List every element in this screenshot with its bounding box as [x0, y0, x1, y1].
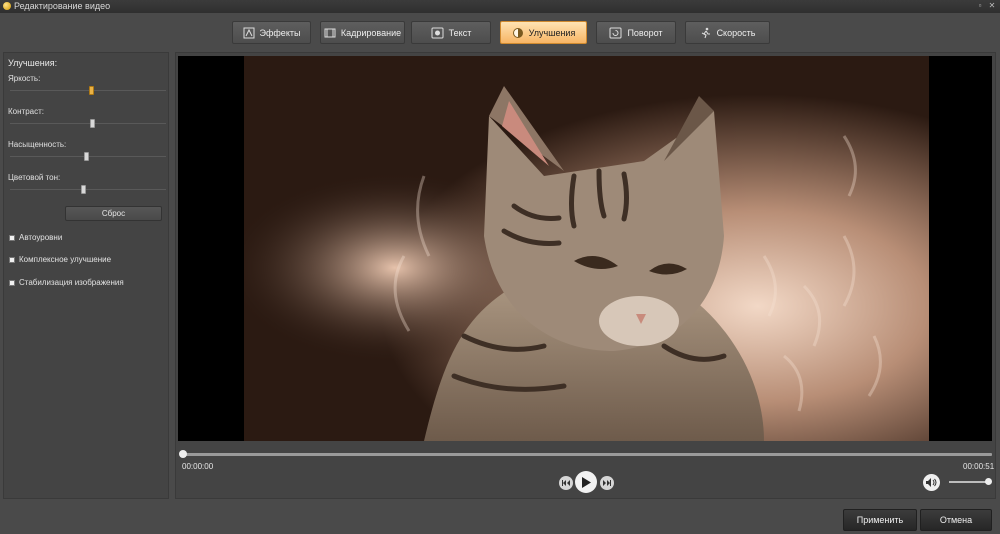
brightness-label: Яркость: [8, 74, 41, 83]
app-icon [3, 2, 11, 10]
current-time: 00:00:00 [182, 462, 214, 471]
saturation-label: Насыщенность: [8, 140, 67, 149]
tab-speed[interactable]: Скорость [685, 21, 770, 44]
play-icon [582, 476, 591, 488]
enhance-icon [512, 27, 524, 39]
tab-crop[interactable]: Кадрирование [320, 21, 405, 44]
tab-speed-label: Скорость [716, 27, 756, 38]
complex-enhance-label: Комплексное улучшение [19, 255, 112, 264]
speaker-icon [926, 478, 937, 487]
contrast-slider-thumb[interactable] [90, 119, 95, 128]
tab-enhance[interactable]: Улучшения [500, 21, 587, 44]
video-preview[interactable] [178, 56, 992, 441]
previous-button[interactable] [559, 476, 573, 490]
tab-effects[interactable]: Эффекты [232, 21, 311, 44]
volume-button[interactable] [923, 474, 940, 491]
tab-text-label: Текст [448, 27, 472, 38]
checkbox-icon[interactable] [9, 256, 15, 263]
reset-button[interactable]: Сброс [65, 206, 162, 221]
brightness-slider[interactable] [10, 90, 166, 91]
play-button[interactable] [575, 471, 597, 493]
next-button[interactable] [600, 476, 614, 490]
cat-photo [244, 56, 929, 441]
crop-icon [324, 27, 336, 39]
hue-label: Цветовой тон: [8, 173, 61, 182]
contrast-slider[interactable] [10, 123, 166, 124]
skip-forward-icon [603, 480, 611, 486]
stabilization-checkbox[interactable]: Стабилизация изображения [9, 278, 124, 287]
effects-icon [243, 27, 255, 39]
stabilization-label: Стабилизация изображения [19, 278, 124, 287]
complex-enhance-checkbox[interactable]: Комплексное улучшение [9, 255, 111, 264]
saturation-slider-thumb[interactable] [84, 152, 89, 161]
enhance-panel: Улучшения: Яркость: Контраст: Насыщеннос… [3, 52, 169, 499]
apply-button[interactable]: Применить [843, 509, 917, 531]
hue-slider-thumb[interactable] [81, 185, 86, 194]
title-bar: Редактирование видео ▫ ✕ [0, 0, 1000, 13]
rotate-icon [609, 27, 622, 39]
checkbox-icon[interactable] [9, 234, 15, 241]
tab-bar: Эффекты Кадрирование Текст Улучшения Пов… [0, 13, 1000, 50]
checkbox-icon[interactable] [9, 279, 15, 286]
cancel-button[interactable]: Отмена [920, 509, 992, 531]
restore-icon[interactable]: ▫ [975, 1, 985, 11]
window-title: Редактирование видео [14, 1, 111, 11]
brightness-slider-thumb[interactable] [89, 86, 94, 95]
tab-effects-label: Эффекты [259, 27, 301, 38]
tab-text[interactable]: Текст [411, 21, 491, 44]
tab-enhance-label: Улучшения [528, 27, 576, 38]
total-time: 00:00:51 [963, 462, 995, 471]
speed-icon [700, 27, 712, 39]
autolevels-checkbox[interactable]: Автоуровни [9, 233, 62, 242]
tab-crop-label: Кадрирование [340, 27, 402, 38]
tab-rotate-label: Поворот [627, 27, 663, 38]
contrast-label: Контраст: [8, 107, 44, 116]
seek-bar[interactable] [182, 453, 992, 456]
seek-thumb[interactable] [179, 450, 187, 458]
volume-thumb[interactable] [985, 478, 992, 485]
autolevels-label: Автоуровни [19, 233, 63, 242]
hue-slider[interactable] [10, 189, 166, 190]
text-icon [431, 27, 444, 39]
tab-rotate[interactable]: Поворот [596, 21, 676, 44]
enhance-heading: Улучшения: [8, 58, 58, 68]
skip-back-icon [562, 480, 570, 486]
close-icon[interactable]: ✕ [987, 1, 997, 11]
